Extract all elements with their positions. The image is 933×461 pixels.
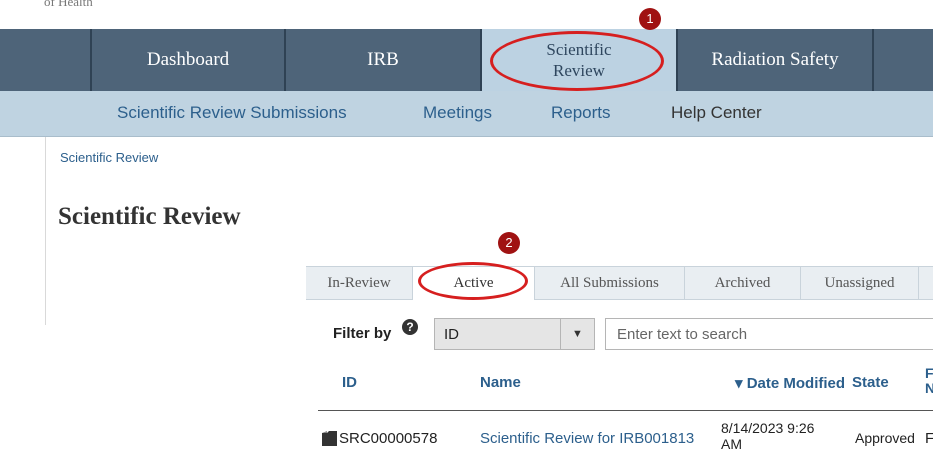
tab-unassigned[interactable]: Unassigned — [801, 267, 919, 300]
filter-field-select[interactable]: ID ▼ — [434, 318, 595, 350]
main-nav: Dashboard IRB Scientific Review Radiatio… — [0, 29, 933, 91]
search-input[interactable] — [605, 318, 933, 350]
annotation-badge-1: 1 — [639, 8, 661, 30]
tab-in-review[interactable]: In-Review — [306, 267, 413, 300]
breadcrumb[interactable]: Scientific Review — [60, 150, 158, 165]
nav-tab-radiation-safety[interactable]: Radiation Safety — [678, 29, 874, 91]
subnav-scientific-review-submissions[interactable]: Scientific Review Submissions — [117, 103, 347, 123]
document-icon — [322, 431, 337, 446]
cell-clipped: F — [925, 430, 933, 447]
filter-label: Filter by — [333, 325, 392, 342]
subnav-help-center[interactable]: Help Center — [671, 103, 762, 123]
column-header-clipped[interactable]: F N — [925, 366, 933, 396]
cell-date-modified: 8/14/2023 9:26 AM — [721, 420, 814, 452]
cell-date-line2: AM — [721, 436, 742, 452]
caret-down-icon[interactable]: ▼ — [560, 319, 594, 349]
question-circle-icon[interactable]: ? — [402, 319, 418, 335]
left-divider — [45, 137, 46, 325]
cell-name-link[interactable]: Scientific Review for IRB001813 — [480, 430, 694, 447]
column-header-state[interactable]: State — [852, 374, 889, 391]
page-title: Scientific Review — [58, 203, 241, 230]
cell-date-line1: 8/14/2023 9:26 — [721, 420, 815, 436]
tab-all-submissions[interactable]: All Submissions — [535, 267, 685, 300]
view-tabs: In-Review Active All Submissions Archive… — [306, 266, 933, 300]
table-header-rule — [318, 410, 933, 411]
annotation-badge-2: 2 — [498, 232, 520, 254]
nav-tab-irb[interactable]: IRB — [286, 29, 482, 91]
annotation-oval-1 — [490, 31, 664, 91]
subnav-meetings[interactable]: Meetings — [423, 103, 492, 123]
tab-archived[interactable]: Archived — [685, 267, 801, 300]
org-name-text: of Health — [44, 0, 93, 9]
cell-id: SRC00000578 — [339, 430, 438, 447]
column-header-name[interactable]: Name — [480, 374, 521, 391]
nav-tab-dashboard[interactable]: Dashboard — [90, 29, 286, 91]
column-header-id[interactable]: ID — [342, 374, 357, 391]
filter-field-value: ID — [444, 326, 459, 343]
subnav-reports[interactable]: Reports — [551, 103, 611, 123]
sub-nav: Scientific Review Submissions Meetings R… — [0, 91, 933, 137]
annotation-oval-2 — [418, 262, 528, 300]
org-header: of Health — [0, 0, 933, 29]
column-header-date-modified[interactable]: ▾ Date Modified — [735, 374, 845, 392]
cell-state: Approved — [855, 430, 915, 446]
